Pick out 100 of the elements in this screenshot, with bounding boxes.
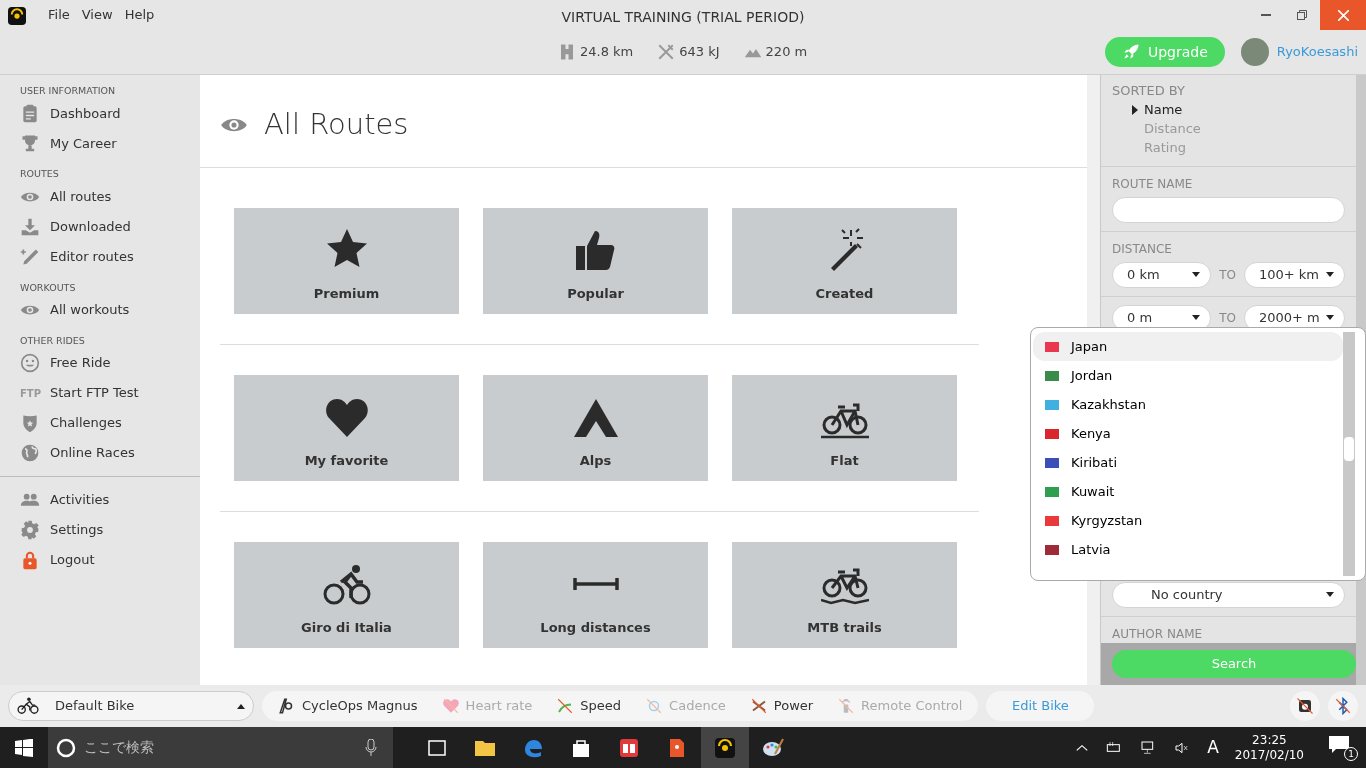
stat-value: 24.8 km [580,43,634,62]
sidebar-item[interactable]: Activities [50,490,110,510]
scrollbar[interactable] [1343,332,1355,576]
route-category-tile[interactable]: My favorite [234,374,459,481]
taskbar-app[interactable] [701,727,749,768]
section-heading: ROUTES [19,167,60,182]
sensor-status: Speed [580,697,622,716]
app-logo-icon [713,735,737,760]
sidebar-item[interactable]: Logout [50,550,95,570]
route-category-tile[interactable]: Flat [732,374,957,481]
route-category-tile[interactable]: Popular [483,207,708,314]
sidebar-item[interactable]: Online Races [50,443,135,463]
range-separator: TO [1218,266,1237,284]
fork-knife-icon [657,43,676,61]
route-category-tile[interactable]: Premium [234,207,459,314]
globe-icon [20,443,40,463]
sidebar-item[interactable]: Start FTP Test [50,383,139,403]
route-category-tile[interactable]: Alps [483,374,708,481]
caret-icon [1326,592,1334,597]
sidebar-item[interactable]: Downloaded [50,216,131,237]
stat-value: 643 kJ [679,43,720,62]
menu-item[interactable]: Help [118,5,161,25]
sensor-status: Remote Control [861,697,963,716]
range-select[interactable]: 0 km [1112,261,1212,288]
windows-logo-icon [15,738,33,757]
sidebar-item[interactable]: My Career [50,133,117,153]
window-title: VIRTUAL TRAINING (TRIAL PERIOD) [561,9,805,25]
sidebar-item[interactable]: All workouts [50,300,130,320]
scrollbar-thumb[interactable] [1344,437,1354,461]
sidebar-item[interactable]: Settings [50,520,104,540]
section-heading: USER INFORMATION [19,84,117,98]
caret-icon [1326,272,1334,277]
cyclist-icon [17,697,39,715]
route-category-tile[interactable]: Long distances [483,541,708,648]
country-option[interactable]: Japan [1033,332,1343,361]
sidebar-item[interactable]: All routes [50,186,112,207]
download-icon [20,216,40,237]
route-category-tile[interactable]: MTB trails [732,541,957,648]
country-option[interactable]: Kuwait [1033,477,1343,506]
range-separator: TO [1218,309,1237,327]
remote-control-icon [837,697,856,715]
ant-sensor-button[interactable] [1290,691,1320,721]
sidebar-item[interactable]: Dashboard [50,103,121,123]
field-label: AUTHOR NAME [1112,625,1204,643]
country-option[interactable]: Kyrgyzstan [1033,506,1343,535]
smile-icon [20,353,40,373]
clock-time: 23:25 [1252,733,1287,748]
message-icon [1328,734,1350,755]
section-heading: SORTED BY [1112,82,1187,100]
country-select[interactable]: No country [1112,581,1345,608]
microphone-icon [365,738,377,757]
app-logo-icon [8,6,26,25]
cadence-sensor-icon [645,697,664,715]
sensor-status: Heart rate [465,697,533,716]
power-meter-icon [749,697,768,715]
bluetooth-button[interactable] [1328,691,1358,721]
shield-icon [20,413,40,433]
route-category-tile[interactable]: Giro di Italia [234,541,459,648]
avatar [1240,38,1269,66]
country-option[interactable]: Kenya [1033,419,1343,448]
bike-select[interactable]: Default Bike [8,691,254,721]
close-icon [1337,9,1349,21]
speed-sensor-icon [556,697,575,715]
circle-icon [56,737,76,758]
country-option[interactable]: Latvia [1033,535,1343,564]
taskbar-search-field[interactable]: ここで検索 [48,727,393,768]
input-mode-indicator[interactable]: A [1207,734,1219,761]
stat-value: 220 m [765,43,808,62]
sidebar-item[interactable]: Challenges [50,413,122,433]
bluetooth-disabled-icon [1334,697,1352,715]
country-option[interactable]: Kiribati [1033,448,1343,477]
menu-item[interactable]: File [42,5,76,25]
section-heading: OTHER RIDES [19,333,86,348]
heart-icon [441,697,460,715]
sidebar-item[interactable]: Editor routes [50,246,134,267]
sidebar-item[interactable]: Free Ride [50,353,111,373]
notification-button[interactable]: 1 [1328,734,1358,761]
menu-item[interactable]: View [75,5,119,25]
road-icon [558,43,576,61]
route-name-field[interactable] [1112,196,1345,223]
clock-date: 2017/02/10 [1234,747,1304,762]
country-option[interactable]: Jordan [1033,361,1343,390]
country-option[interactable]: Kazakhstan [1033,390,1343,419]
trophy-icon [20,133,40,154]
sort-option[interactable]: Name [1144,100,1183,120]
caret-icon [1192,315,1201,320]
minimize-icon [1261,14,1271,16]
lock-icon [20,550,40,570]
rocket-icon [1121,43,1140,61]
close-button[interactable] [1320,0,1366,30]
ftp-icon: FTP [20,385,40,401]
clipboard-icon [20,103,40,124]
caret-icon [1192,272,1201,277]
field-label: ROUTE NAME [1112,175,1194,193]
settings-icon [20,520,40,540]
route-category-tile[interactable]: Created [732,207,957,314]
restore-icon [1297,10,1307,20]
range-select[interactable]: 100+ km [1243,261,1345,288]
sensor-status: CycleOps Magnus [302,697,418,716]
page-title: All Routes [264,106,409,143]
